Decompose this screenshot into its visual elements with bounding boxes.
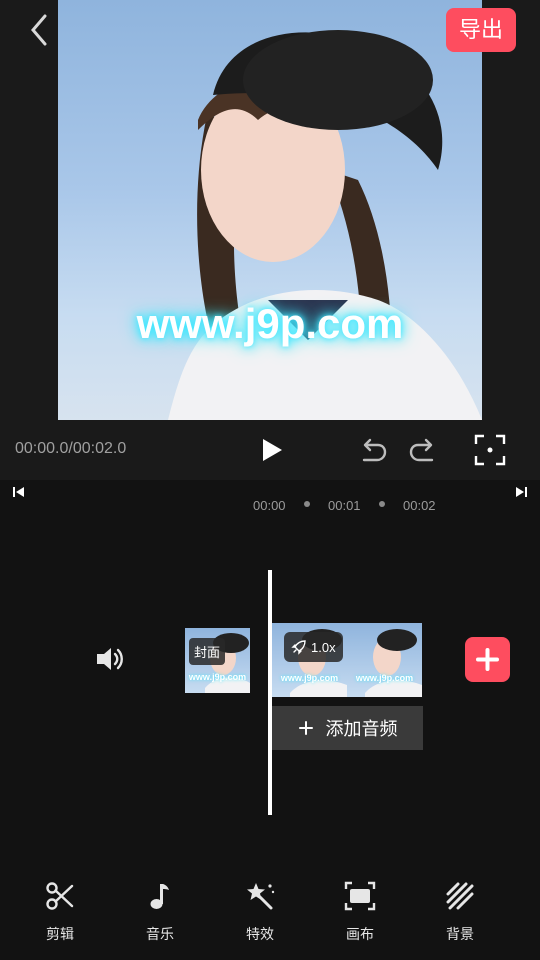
- ruler-dot: [304, 501, 310, 507]
- stripes-icon: [446, 882, 474, 910]
- mute-button[interactable]: [94, 643, 126, 675]
- plus-icon: [476, 648, 499, 671]
- tool-canvas[interactable]: 画布: [310, 872, 410, 958]
- cover-watermark: www.j9p.com: [188, 672, 247, 682]
- video-preview-area: www.j9p.com 导出: [0, 0, 540, 420]
- ruler-dot: [379, 501, 385, 507]
- cover-label: 封面: [189, 638, 226, 665]
- preview-photo: [168, 30, 482, 420]
- fullscreen-button[interactable]: [474, 434, 506, 466]
- timeline-area: 00:00 00:01 00:02 封面 www.j9p.com www.j9p…: [0, 480, 540, 860]
- canvas-frame-icon: [344, 881, 376, 911]
- tool-label: 剪辑: [46, 926, 74, 942]
- speaker-icon: [97, 648, 123, 670]
- redo-button[interactable]: [408, 436, 438, 466]
- rocket-icon: [291, 640, 306, 655]
- play-button[interactable]: [258, 436, 286, 464]
- jump-to-start-button[interactable]: [12, 485, 26, 499]
- clip-watermark: www.j9p.com: [355, 673, 414, 683]
- skip-end-icon: [516, 487, 527, 497]
- magic-wand-icon: [247, 883, 275, 910]
- tool-label: 音乐: [146, 926, 174, 942]
- tool-label: 特效: [246, 926, 274, 942]
- watermark-text: www.j9p.com: [136, 300, 404, 347]
- fullscreen-icon: [474, 434, 506, 466]
- add-clip-button[interactable]: [465, 637, 510, 682]
- tool-label: 画布: [346, 926, 374, 942]
- plus-icon: [298, 721, 313, 735]
- scissors-icon: [46, 882, 74, 910]
- ruler-label: 00:01: [328, 498, 361, 513]
- speed-label: 1.0x: [311, 639, 336, 655]
- music-note-icon: [150, 884, 169, 909]
- tool-background[interactable]: 背景: [410, 872, 510, 958]
- redo-icon: [409, 438, 434, 462]
- speed-badge[interactable]: 1.0x: [284, 632, 343, 662]
- clip-frame: www.j9p.com: [347, 623, 422, 697]
- add-audio-label: 添加音频: [325, 719, 398, 739]
- jump-to-end-button[interactable]: [514, 485, 528, 499]
- tool-music[interactable]: 音乐: [110, 872, 210, 958]
- undo-button[interactable]: [358, 436, 388, 466]
- cover-thumbnail[interactable]: 封面 www.j9p.com: [185, 628, 250, 693]
- playback-controls: 00:00.0/00:02.0: [0, 420, 540, 480]
- export-button[interactable]: 导出: [446, 8, 516, 52]
- chevron-left-icon: [31, 14, 47, 46]
- tool-label: 背景: [446, 926, 474, 942]
- clip-watermark: www.j9p.com: [280, 673, 339, 683]
- video-clip[interactable]: www.j9p.com www.j9p.com 1.0x: [272, 623, 422, 697]
- video-preview[interactable]: www.j9p.com: [58, 0, 482, 420]
- tool-effects[interactable]: 特效: [210, 872, 310, 958]
- add-audio-button[interactable]: 添加音频: [272, 706, 423, 750]
- playhead[interactable]: [268, 570, 272, 815]
- back-button[interactable]: [22, 12, 58, 48]
- bottom-toolbar: 剪辑 音乐 特效 画布 背景: [0, 860, 540, 960]
- tool-edit[interactable]: 剪辑: [10, 872, 110, 958]
- undo-icon: [362, 438, 387, 462]
- ruler-label: 00:00: [253, 498, 286, 513]
- time-readout: 00:00.0/00:02.0: [15, 440, 127, 457]
- play-icon: [263, 439, 282, 461]
- ruler-label: 00:02: [403, 498, 436, 513]
- clip-frame-image: [365, 629, 422, 697]
- skip-start-icon: [13, 487, 24, 497]
